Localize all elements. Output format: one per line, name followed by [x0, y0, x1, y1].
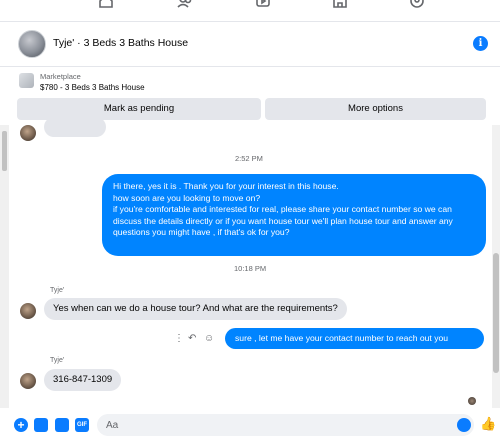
sender-avatar[interactable] [20, 373, 36, 389]
message-timestamp: 2:52 PM [235, 154, 263, 163]
seen-indicator-avatar [468, 397, 476, 405]
sender-avatar[interactable] [20, 125, 36, 141]
message-composer: + GIF 👍 [0, 408, 500, 448]
thumbs-up-icon[interactable]: 👍 [480, 416, 496, 432]
sender-avatar[interactable] [20, 303, 36, 319]
left-scroll-thumb[interactable] [2, 131, 7, 171]
gif-icon[interactable]: GIF [75, 418, 89, 432]
scroll-thumb[interactable] [493, 253, 499, 373]
marketplace-icon[interactable] [332, 0, 348, 9]
contact-avatar[interactable] [18, 30, 46, 58]
marketplace-label: Marketplace [40, 72, 81, 81]
more-options-button[interactable]: More options [265, 98, 486, 120]
friends-icon[interactable] [177, 0, 193, 9]
home-icon[interactable] [98, 0, 114, 9]
listing-thumbnail[interactable] [19, 73, 34, 88]
message-input[interactable] [97, 414, 474, 436]
outgoing-message: sure , let me have your contact number t… [225, 328, 484, 349]
outgoing-message: Hi there, yes it is . Thank you for your… [102, 174, 486, 256]
react-icon[interactable]: ☺ [204, 333, 214, 344]
message-actions: ⋮ ↶ ☺ [170, 333, 218, 345]
incoming-message: Yes when can we do a house tour? And wha… [44, 298, 347, 320]
sticker-icon[interactable] [55, 418, 69, 432]
reply-icon[interactable]: ↶ [188, 333, 196, 344]
outgoing-message-text: Hi there, yes it is . Thank you for your… [113, 181, 453, 238]
emoji-icon[interactable] [457, 418, 471, 432]
plus-icon[interactable]: + [14, 418, 28, 432]
sender-name: Tyje' [50, 357, 65, 364]
groups-icon[interactable] [409, 0, 425, 9]
conversation-header: Tyje' · 3 Beds 3 Baths House i [0, 22, 500, 67]
conversation-title[interactable]: Tyje' · 3 Beds 3 Baths House [53, 37, 188, 49]
incoming-message-phone: 316-847-1309 [44, 369, 122, 391]
left-scrollbar[interactable] [0, 125, 9, 408]
sender-name: Tyje' [50, 287, 65, 294]
photo-icon[interactable] [34, 418, 48, 432]
previous-message-bubble [44, 117, 106, 137]
message-scrollbar[interactable] [492, 125, 500, 408]
more-icon[interactable]: ⋮ [174, 333, 184, 344]
top-navigation [0, 0, 500, 22]
watch-icon[interactable] [255, 0, 271, 9]
info-icon[interactable]: i [473, 36, 488, 51]
message-timestamp: 10:18 PM [234, 264, 267, 273]
listing-title[interactable]: $780 - 3 Beds 3 Baths House [40, 83, 145, 92]
